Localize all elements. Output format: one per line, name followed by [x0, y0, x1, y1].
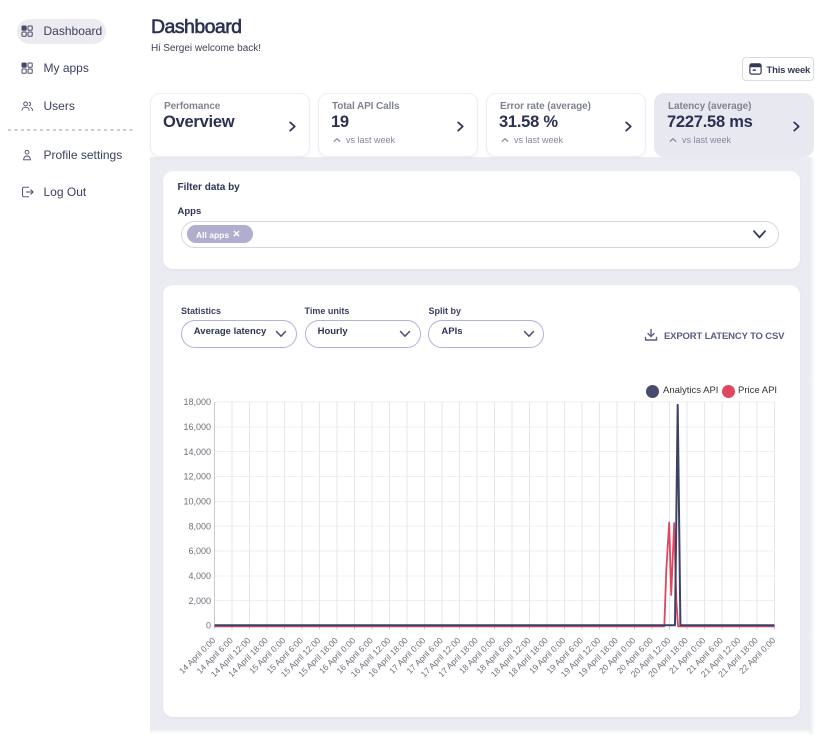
- svg-text:6,000: 6,000: [188, 546, 211, 556]
- svg-text:0: 0: [206, 621, 211, 631]
- svg-text:16,000: 16,000: [183, 422, 211, 432]
- svg-text:2,000: 2,000: [188, 596, 211, 606]
- svg-text:14,000: 14,000: [183, 447, 211, 457]
- svg-text:8,000: 8,000: [188, 521, 211, 531]
- svg-text:4,000: 4,000: [188, 571, 211, 581]
- svg-text:10,000: 10,000: [183, 497, 211, 507]
- svg-text:18,000: 18,000: [183, 397, 211, 407]
- svg-text:12,000: 12,000: [183, 472, 211, 482]
